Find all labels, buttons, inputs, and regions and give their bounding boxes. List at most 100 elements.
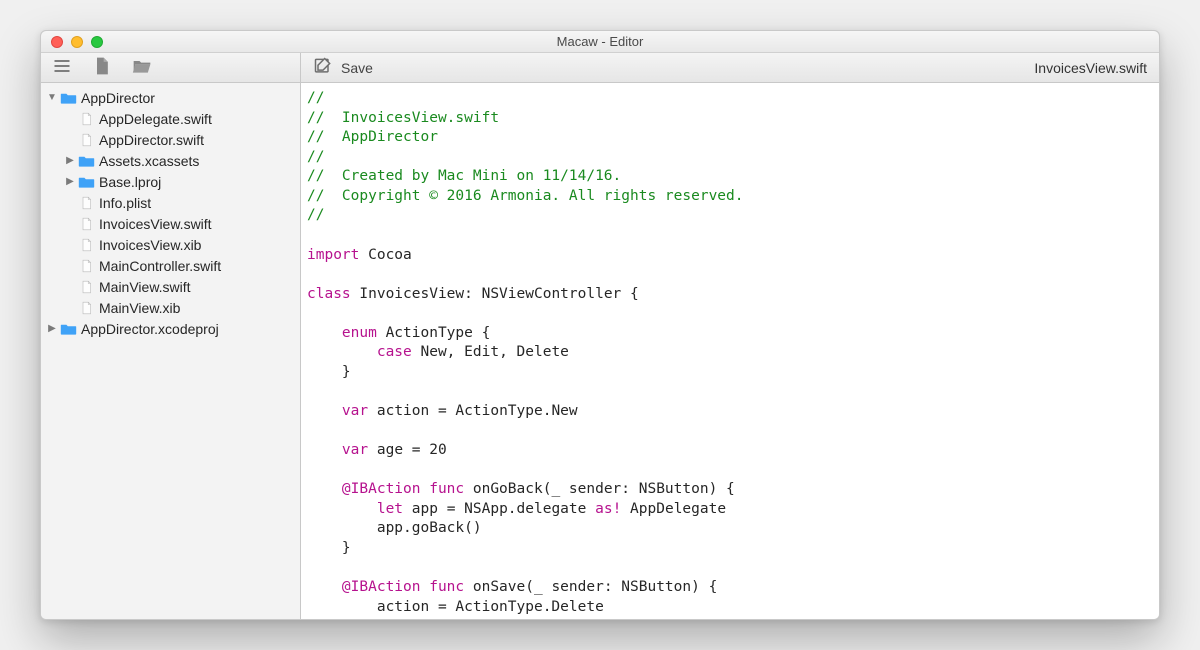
disclosure-icon[interactable]: ▶ — [65, 176, 75, 187]
code-token: InvoicesView: NSViewController { — [351, 286, 639, 302]
tree-item-label: AppDirector — [81, 90, 294, 106]
disclosure-icon[interactable]: ▶ — [47, 323, 57, 334]
code-token: @IBAction func — [342, 579, 464, 595]
code-line: // AppDirector — [307, 129, 438, 145]
code-line: // — [307, 90, 324, 106]
file-icon — [77, 279, 95, 295]
file-icon — [77, 195, 95, 211]
code-content[interactable]: // // InvoicesView.swift // AppDirector … — [301, 89, 1159, 619]
menu-button[interactable] — [51, 57, 73, 79]
code-token: class — [307, 286, 351, 302]
code-token — [307, 344, 377, 360]
code-line: // Created by Mac Mini on 11/14/16. — [307, 168, 621, 184]
code-token: case — [377, 344, 412, 360]
code-line: // — [307, 149, 324, 165]
disclosure-icon[interactable]: ▶ — [65, 155, 75, 166]
code-token: onGoBack(_ sender: NSButton) { — [464, 481, 735, 497]
window-body: ▼ AppDirector AppDelegate.swift AppDirector… — [41, 83, 1159, 619]
tree-item-root[interactable]: ▼ AppDirector — [41, 87, 300, 108]
hamburger-icon — [52, 56, 72, 79]
code-token — [307, 481, 342, 497]
code-line: // Copyright © 2016 Armonia. All rights … — [307, 188, 744, 204]
file-icon — [77, 300, 95, 316]
tree-item-label: Info.plist — [99, 195, 294, 211]
tree-item-n7[interactable]: InvoicesView.xib — [41, 234, 300, 255]
toolbar: Save InvoicesView.swift — [41, 53, 1159, 83]
zoom-icon[interactable] — [91, 36, 103, 48]
tree-item-label: AppDelegate.swift — [99, 111, 294, 127]
code-line: app.goBack() — [307, 520, 482, 536]
save-button-label: Save — [341, 60, 373, 76]
tree-item-n3[interactable]: ▶ Assets.xcassets — [41, 150, 300, 171]
code-token — [307, 579, 342, 595]
minimize-icon[interactable] — [71, 36, 83, 48]
save-button[interactable]: Save — [313, 56, 373, 79]
toolbar-left — [41, 53, 301, 82]
close-icon[interactable] — [51, 36, 63, 48]
tree-item-label: InvoicesView.xib — [99, 237, 294, 253]
tree-item-label: Assets.xcassets — [99, 153, 294, 169]
folder-icon — [77, 174, 95, 190]
tree-item-proj[interactable]: ▶AppDirector.xcodeproj — [41, 318, 300, 339]
file-icon — [77, 237, 95, 253]
code-token: New, Edit, Delete — [412, 344, 569, 360]
tree-item-n9[interactable]: MainView.swift — [41, 276, 300, 297]
code-token: as! — [595, 501, 621, 517]
edit-icon — [313, 56, 333, 79]
tree-item-label: MainView.xib — [99, 300, 294, 316]
code-token: app = NSApp.delegate — [403, 501, 595, 517]
code-token: ActionType { — [377, 325, 491, 341]
code-editor[interactable]: // // InvoicesView.swift // AppDirector … — [301, 83, 1159, 619]
file-icon — [77, 132, 95, 148]
tree-item-label: Base.lproj — [99, 174, 294, 190]
code-line: // — [307, 207, 324, 223]
code-token — [307, 325, 342, 341]
tree-item-n6[interactable]: InvoicesView.swift — [41, 213, 300, 234]
window-controls — [51, 36, 103, 48]
code-token: action = ActionType.New — [368, 403, 578, 419]
current-filename: InvoicesView.swift — [1034, 60, 1147, 76]
code-token: let — [377, 501, 403, 517]
tree-item-n5[interactable]: Info.plist — [41, 192, 300, 213]
folder-icon — [59, 321, 77, 337]
code-line: print(action) — [307, 618, 490, 619]
code-token: onSave(_ sender: NSButton) { — [464, 579, 717, 595]
tree-item-n2[interactable]: AppDirector.swift — [41, 129, 300, 150]
tree-item-n10[interactable]: MainView.xib — [41, 297, 300, 318]
toolbar-right: Save InvoicesView.swift — [301, 53, 1159, 82]
folder-icon — [59, 90, 77, 106]
window-title: Macaw - Editor — [41, 34, 1159, 49]
tree-item-label: MainController.swift — [99, 258, 294, 274]
disclosure-icon[interactable]: ▼ — [47, 92, 57, 103]
file-icon — [77, 258, 95, 274]
code-token: enum — [342, 325, 377, 341]
code-token: var — [342, 403, 368, 419]
code-token — [307, 442, 342, 458]
code-token: var — [342, 442, 368, 458]
tree-item-n8[interactable]: MainController.swift — [41, 255, 300, 276]
tree-item-label: AppDirector.swift — [99, 132, 294, 148]
open-folder-button[interactable] — [131, 57, 153, 79]
file-icon — [77, 216, 95, 232]
new-file-button[interactable] — [91, 57, 113, 79]
code-line: action = ActionType.Delete — [307, 599, 604, 615]
app-window: Macaw - Editor — [40, 30, 1160, 620]
file-icon — [92, 56, 112, 79]
code-token: @IBAction func — [342, 481, 464, 497]
code-token: Cocoa — [359, 247, 411, 263]
code-token — [307, 501, 377, 517]
file-tree[interactable]: ▼ AppDirector AppDelegate.swift AppDirector… — [41, 83, 301, 619]
tree-item-n4[interactable]: ▶ Base.lproj — [41, 171, 300, 192]
code-line: } — [307, 364, 351, 380]
window-titlebar[interactable]: Macaw - Editor — [41, 31, 1159, 53]
file-icon — [77, 111, 95, 127]
tree-item-n1[interactable]: AppDelegate.swift — [41, 108, 300, 129]
tree-item-label: InvoicesView.swift — [99, 216, 294, 232]
code-token: import — [307, 247, 359, 263]
code-token: AppDelegate — [621, 501, 726, 517]
code-line: } — [307, 540, 351, 556]
folder-icon — [77, 153, 95, 169]
tree-item-label: MainView.swift — [99, 279, 294, 295]
code-token — [307, 403, 342, 419]
code-line: // InvoicesView.swift — [307, 110, 499, 126]
